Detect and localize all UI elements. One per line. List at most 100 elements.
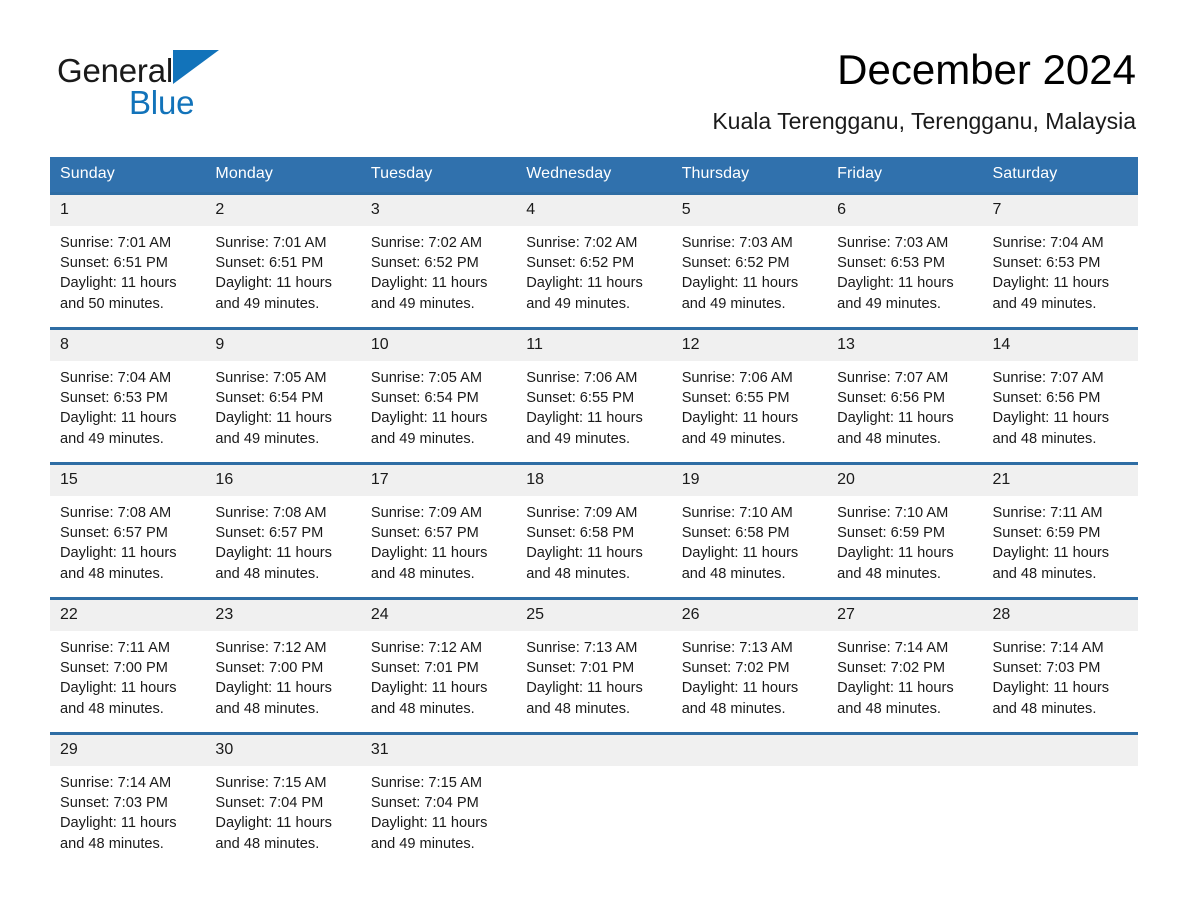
weekday-header-thursday: Thursday [671, 157, 828, 194]
day-cell[interactable]: 20 Sunrise: 7:10 AM Sunset: 6:59 PM Dayligh… [827, 462, 983, 599]
day-cell[interactable]: 23 Sunrise: 7:12 AM Sunset: 7:00 PM Dayligh… [205, 597, 361, 734]
day-cell[interactable]: 7 Sunrise: 7:04 AM Sunset: 6:53 PM Daylight… [982, 192, 1138, 329]
day-cell[interactable]: 25 Sunrise: 7:13 AM Sunset: 7:01 PM Dayligh… [516, 597, 672, 734]
day-cell[interactable]: 28 Sunrise: 7:14 AM Sunset: 7:03 PM Dayligh… [982, 597, 1138, 734]
daylight-text-line2: and 49 minutes. [60, 430, 164, 447]
sunrise-text: Sunrise: 7:08 AM [215, 505, 327, 521]
day-cell[interactable]: 5 Sunrise: 7:03 AM Sunset: 6:52 PM Daylight… [671, 192, 828, 329]
week-row: 15 Sunrise: 7:08 AM Sunset: 6:57 PM Dayligh… [50, 462, 1138, 599]
daylight-text-line2: and 48 minutes. [215, 835, 320, 852]
weekday-header-wednesday: Wednesday [516, 157, 672, 194]
day-cell[interactable]: 4 Sunrise: 7:02 AM Sunset: 6:52 PM Daylight… [516, 192, 672, 329]
day-cell[interactable]: 16 Sunrise: 7:08 AM Sunset: 6:57 PM Dayligh… [205, 462, 361, 599]
logo-text-general: General [57, 52, 174, 89]
daylight-text-line1: Daylight: 11 hours [370, 545, 488, 562]
day-number: 29 [50, 735, 206, 766]
sunrise-text: Sunrise: 7:11 AM [992, 505, 1103, 521]
day-cell[interactable]: 24 Sunrise: 7:12 AM Sunset: 7:01 PM Dayligh… [360, 597, 517, 734]
sunset-text: Sunset: 7:00 PM [60, 660, 168, 677]
day-number: 13 [827, 330, 983, 361]
triangle-icon [173, 50, 220, 99]
daylight-text-line2: and 50 minutes. [60, 295, 164, 312]
sunset-text: Sunset: 6:57 PM [370, 525, 479, 542]
day-cell[interactable]: 21 Sunrise: 7:11 AM Sunset: 6:59 PM Dayligh… [982, 462, 1138, 599]
day-number: 1 [50, 195, 206, 226]
day-info: Sunrise: 7:06 AM Sunset: 6:55 PM Daylight:… [672, 361, 827, 449]
day-cell[interactable]: 18 Sunrise: 7:09 AM Sunset: 6:58 PM Dayligh… [516, 462, 672, 599]
daylight-text-line2: and 49 minutes. [526, 430, 631, 447]
daylight-text-line2: and 48 minutes. [837, 430, 941, 447]
day-cell[interactable]: 12 Sunrise: 7:06 AM Sunset: 6:55 PM Dayligh… [671, 327, 828, 464]
daylight-text-line1: Daylight: 11 hours [60, 545, 177, 562]
daylight-text-line1: Daylight: 11 hours [370, 410, 488, 427]
page-title: December 2024 [837, 46, 1136, 93]
day-cell[interactable]: 14 Sunrise: 7:07 AM Sunset: 6:56 PM Dayligh… [982, 327, 1138, 464]
daylight-text-line2: and 49 minutes. [681, 295, 786, 312]
weekday-header-tuesday: Tuesday [360, 157, 517, 194]
day-info: Sunrise: 7:10 AM Sunset: 6:58 PM Daylight:… [672, 496, 827, 584]
week-row: 29 Sunrise: 7:14 AM Sunset: 7:03 PM Dayligh… [50, 732, 1138, 869]
sunrise-text: Sunrise: 7:15 AM [215, 775, 327, 791]
day-info: Sunrise: 7:01 AM Sunset: 6:51 PM Daylight:… [205, 226, 360, 314]
sunset-text: Sunset: 6:53 PM [992, 255, 1101, 272]
day-cell-empty [827, 732, 983, 869]
sunset-text: Sunset: 7:02 PM [681, 660, 790, 677]
sunrise-text: Sunrise: 7:01 AM [60, 235, 172, 251]
day-cell[interactable]: 15 Sunrise: 7:08 AM Sunset: 6:57 PM Dayligh… [50, 462, 206, 599]
day-cell[interactable]: 13 Sunrise: 7:07 AM Sunset: 6:56 PM Dayligh… [827, 327, 983, 464]
daylight-text-line1: Daylight: 11 hours [992, 545, 1110, 562]
day-cell[interactable]: 3 Sunrise: 7:02 AM Sunset: 6:52 PM Daylight… [360, 192, 517, 329]
sunrise-text: Sunrise: 7:09 AM [370, 505, 482, 521]
sunrise-text: Sunrise: 7:14 AM [60, 775, 172, 791]
daylight-text-line2: and 49 minutes. [992, 295, 1097, 312]
day-cell[interactable]: 2 Sunrise: 7:01 AM Sunset: 6:51 PM Daylight… [205, 192, 361, 329]
day-cell[interactable]: 11 Sunrise: 7:06 AM Sunset: 6:55 PM Dayligh… [516, 327, 672, 464]
day-cell[interactable]: 26 Sunrise: 7:13 AM Sunset: 7:02 PM Dayligh… [671, 597, 828, 734]
day-info: Sunrise: 7:14 AM Sunset: 7:03 PM Daylight:… [50, 766, 205, 854]
day-cell[interactable]: 10 Sunrise: 7:05 AM Sunset: 6:54 PM Dayligh… [360, 327, 517, 464]
day-cell[interactable]: 29 Sunrise: 7:14 AM Sunset: 7:03 PM Dayligh… [50, 732, 206, 869]
day-cell[interactable]: 6 Sunrise: 7:03 AM Sunset: 6:53 PM Daylight… [827, 192, 983, 329]
day-number: 12 [671, 330, 828, 361]
daylight-text-line2: and 49 minutes. [370, 430, 475, 447]
day-cell[interactable]: 30 Sunrise: 7:15 AM Sunset: 7:04 PM Dayligh… [205, 732, 361, 869]
sunrise-text: Sunrise: 7:10 AM [837, 505, 949, 521]
sunset-text: Sunset: 6:53 PM [837, 255, 946, 272]
sunrise-text: Sunrise: 7:08 AM [60, 505, 172, 521]
day-info: Sunrise: 7:09 AM Sunset: 6:57 PM Daylight:… [361, 496, 516, 584]
day-info: Sunrise: 7:06 AM Sunset: 6:55 PM Daylight:… [516, 361, 671, 449]
day-cell[interactable]: 8 Sunrise: 7:04 AM Sunset: 6:53 PM Daylight… [50, 327, 206, 464]
sunrise-text: Sunrise: 7:15 AM [370, 775, 482, 791]
sunrise-text: Sunrise: 7:06 AM [681, 370, 793, 386]
sunrise-text: Sunrise: 7:13 AM [681, 640, 793, 656]
logo-line-1: General [57, 50, 317, 90]
day-number: 7 [982, 195, 1138, 226]
day-cell[interactable]: 19 Sunrise: 7:10 AM Sunset: 6:58 PM Dayligh… [671, 462, 828, 599]
day-cell[interactable]: 1 Sunrise: 7:01 AM Sunset: 6:51 PM Daylight… [50, 192, 206, 329]
sunset-text: Sunset: 6:54 PM [215, 390, 324, 407]
daylight-text-line2: and 49 minutes. [526, 295, 631, 312]
day-cell-empty [982, 732, 1138, 869]
day-cell[interactable]: 27 Sunrise: 7:14 AM Sunset: 7:02 PM Dayligh… [827, 597, 983, 734]
sunset-text: Sunset: 6:59 PM [837, 525, 946, 542]
sunset-text: Sunset: 6:55 PM [526, 390, 635, 407]
day-info: Sunrise: 7:05 AM Sunset: 6:54 PM Daylight:… [361, 361, 516, 449]
sunset-text: Sunset: 7:01 PM [370, 660, 479, 677]
sunrise-text: Sunrise: 7:12 AM [370, 640, 482, 656]
weekday-header-row: Sunday Monday Tuesday Wednesday Thursday… [50, 157, 1138, 194]
day-number: 23 [205, 600, 361, 631]
day-info: Sunrise: 7:03 AM Sunset: 6:53 PM Daylight:… [827, 226, 982, 314]
day-info: Sunrise: 7:04 AM Sunset: 6:53 PM Daylight:… [50, 361, 205, 449]
general-blue-logo[interactable]: General Blue [57, 50, 317, 122]
day-cell[interactable]: 9 Sunrise: 7:05 AM Sunset: 6:54 PM Daylight… [205, 327, 361, 464]
day-cell-empty [516, 732, 672, 869]
sunset-text: Sunset: 7:01 PM [526, 660, 635, 677]
day-number: 9 [205, 330, 361, 361]
week-row: 8 Sunrise: 7:04 AM Sunset: 6:53 PM Daylight… [50, 327, 1138, 464]
week-row: 1 Sunrise: 7:01 AM Sunset: 6:51 PM Daylight… [50, 192, 1138, 329]
day-cell[interactable]: 17 Sunrise: 7:09 AM Sunset: 6:57 PM Dayligh… [360, 462, 517, 599]
day-info [516, 766, 671, 773]
day-cell[interactable]: 31 Sunrise: 7:15 AM Sunset: 7:04 PM Dayligh… [360, 732, 517, 869]
sunrise-text: Sunrise: 7:14 AM [837, 640, 949, 656]
day-cell[interactable]: 22 Sunrise: 7:11 AM Sunset: 7:00 PM Dayligh… [50, 597, 206, 734]
